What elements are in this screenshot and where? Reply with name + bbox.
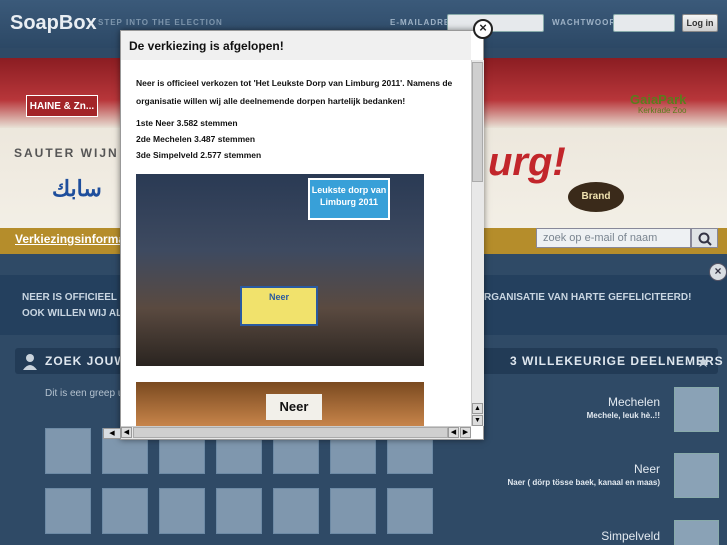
participant-thumb[interactable]	[674, 387, 719, 432]
star-icon: ★	[696, 354, 711, 371]
horizontal-scroll-thumb[interactable]	[133, 427, 448, 438]
village-thumb[interactable]	[273, 488, 319, 534]
sponsor-gaiapark-sub: Kerkrade Zoo	[638, 106, 687, 115]
left-panel-title: ZOEK JOUW	[45, 354, 127, 368]
scroll-right-button[interactable]: ▶	[460, 427, 471, 438]
second-photo: Neer	[136, 382, 424, 426]
village-thumb[interactable]	[216, 488, 262, 534]
left-panel-text: Dit is een greep u	[45, 388, 124, 399]
village-thumb[interactable]	[159, 488, 205, 534]
right-panel-title: 3 WILLEKEURIGE DEELNEMERS	[510, 354, 724, 368]
announcement-close-icon[interactable]: ×	[709, 263, 727, 281]
participant-desc: Mechele, leuk hè..!!	[586, 411, 660, 420]
modal-title: De verkiezing is afgelopen!	[129, 39, 284, 53]
participant-name[interactable]: Mechelen	[520, 395, 660, 409]
search-input[interactable]: zoek op e-mail of naam	[536, 228, 691, 248]
announcement-line-3: RGANISATIE VAN HARTE GEFELICITEERD!	[484, 292, 692, 303]
photo-banner: Neer	[240, 286, 318, 326]
soapbox-logo[interactable]: SoapBox	[10, 12, 97, 35]
participant-thumb[interactable]	[674, 520, 719, 545]
participant-name[interactable]: Simpelveld	[520, 529, 660, 543]
scroll-left-button[interactable]: ◀	[121, 427, 132, 438]
participant-desc: Naer ( dörp tösse baek, kanaal en maas)	[507, 478, 660, 487]
sponsor-sauter: SAUTER WIJN	[14, 146, 119, 160]
participant-thumb[interactable]	[674, 453, 719, 498]
sponsor-gaiapark: GaiaPark	[630, 92, 687, 107]
village-thumb[interactable]	[45, 488, 91, 534]
sponsor-sabic: سابك	[52, 176, 102, 201]
search-button[interactable]	[691, 228, 718, 248]
village-thumb[interactable]	[45, 428, 91, 474]
tagline: STEP INTO THE ELECTION	[98, 18, 223, 27]
password-field[interactable]	[613, 14, 675, 32]
celebration-photo: Leukste dorp van Limburg 2011 Neer	[136, 174, 424, 366]
modal-intro: Neer is officieel verkozen tot 'Het Leuk…	[136, 78, 453, 106]
scroll-down-button[interactable]: ▼	[472, 415, 483, 426]
search-icon	[698, 232, 712, 246]
village-thumb[interactable]	[387, 488, 433, 534]
result-3: 3de Simpelveld 2.577 stemmen	[136, 150, 262, 160]
modal-close-icon[interactable]: ×	[473, 19, 493, 39]
banner-slogan: urg!	[488, 140, 566, 184]
scroll-up-button[interactable]: ▲	[472, 403, 483, 414]
photo-sign: Leukste dorp van Limburg 2011	[308, 178, 390, 220]
sponsor-brand: Brand	[568, 182, 624, 212]
photo2-sign: Neer	[266, 394, 322, 420]
user-icon	[23, 354, 37, 370]
announcement-line-1: NEER IS OFFICIEEL	[22, 292, 118, 303]
login-button[interactable]: Log in	[682, 14, 718, 32]
participant-name[interactable]: Neer	[520, 462, 660, 476]
announcement-line-2: OOK WILLEN WIJ AL	[22, 308, 123, 319]
sponsor-haine: HAINE & Zn...	[26, 95, 98, 117]
village-thumb[interactable]	[330, 488, 376, 534]
village-thumb[interactable]	[102, 488, 148, 534]
page-scroll-left-button[interactable]: ◀	[103, 428, 121, 439]
scroll-left-button-2[interactable]: ◀	[448, 427, 459, 438]
vertical-scroll-thumb[interactable]	[472, 62, 483, 182]
